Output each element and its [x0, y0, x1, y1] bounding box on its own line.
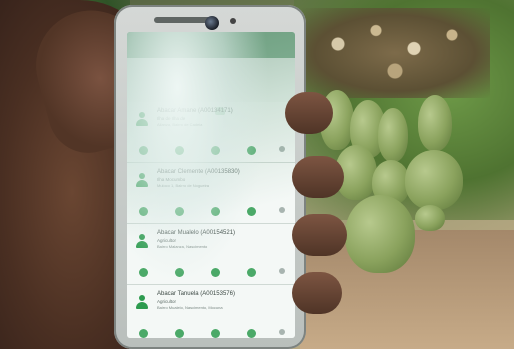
- phone-icon[interactable]: [279, 329, 285, 335]
- contact-detail: Agricultor: [157, 238, 177, 243]
- edit-icon[interactable]: [139, 329, 148, 338]
- smartphone: Abacar Amane (A00134171) Ilha de Ilha de…: [114, 5, 306, 349]
- map-icon[interactable]: [211, 207, 220, 216]
- contact-detail: Ilha Mocumbo: [157, 177, 186, 182]
- info-icon[interactable]: [175, 268, 184, 277]
- map-icon[interactable]: [211, 268, 220, 277]
- front-camera-icon: [205, 16, 219, 30]
- person-icon: [135, 234, 149, 248]
- finger: [292, 156, 344, 198]
- action-row: [133, 268, 289, 280]
- map-icon[interactable]: [211, 329, 220, 338]
- cashew-fruit: [378, 108, 408, 162]
- list-item[interactable]: Abacar Amane (A00134171) Ilha de Ilha de…: [127, 102, 295, 163]
- finger: [285, 92, 333, 134]
- phone-icon[interactable]: [279, 268, 285, 274]
- contact-detail: Agricultor: [157, 299, 177, 304]
- contact-name: Abacar Amane (A00134171): [157, 108, 233, 114]
- app-bar: [127, 32, 295, 58]
- edit-icon[interactable]: [139, 268, 148, 277]
- info-icon[interactable]: [175, 146, 184, 155]
- phone-icon[interactable]: [279, 207, 285, 213]
- photo-scene: Abacar Amane (A00134171) Ilha de Ilha de…: [0, 0, 514, 349]
- contact-address: Bairro Mualelo, Nascimento, Mocuna: [157, 305, 223, 310]
- contact-address: Muloco 1, Bairro de Nogueira: [157, 183, 210, 188]
- phone-screen: Abacar Amane (A00134171) Ilha de Ilha de…: [127, 32, 295, 338]
- cashew-flower-cluster: [300, 8, 490, 98]
- list-item[interactable]: Abacar Clemente (A00135830) Ilha Mocumbo…: [127, 163, 295, 224]
- cashew-fruit: [345, 195, 415, 273]
- cashew-fruit: [418, 95, 452, 151]
- list-item[interactable]: Abacar Mualelo (A00154521) Agricultor Ba…: [127, 224, 295, 285]
- edit-icon[interactable]: [139, 146, 148, 155]
- contact-name: Abacar Tanuela (A00153576): [157, 291, 235, 297]
- contact-list: Abacar Amane (A00134171) Ilha de Ilha de…: [127, 102, 295, 338]
- action-row: [133, 329, 289, 338]
- contact-address: Bairro Malanza, Nascimento: [157, 244, 208, 249]
- cashew-fruit: [415, 205, 445, 231]
- info-icon[interactable]: [175, 207, 184, 216]
- group-icon[interactable]: [247, 329, 256, 338]
- edit-icon[interactable]: [139, 207, 148, 216]
- list-item[interactable]: Abacar Tanuela (A00153576) Agricultor Ba…: [127, 285, 295, 338]
- phone-sensor: [230, 18, 236, 24]
- map-icon[interactable]: [211, 146, 220, 155]
- cashew-fruit: [405, 150, 463, 210]
- contact-detail: Ilha de Ilha de: [157, 116, 186, 121]
- phone-icon[interactable]: [279, 146, 285, 152]
- finger: [292, 272, 342, 314]
- action-row: [133, 207, 289, 219]
- person-icon: [135, 295, 149, 309]
- contact-name: Abacar Clemente (A00135830): [157, 169, 240, 175]
- group-icon[interactable]: [247, 207, 256, 216]
- action-row: [133, 146, 289, 158]
- contact-address: Alianza, Bairro de Cadeia: [157, 122, 203, 127]
- contact-name: Abacar Mualelo (A00154521): [157, 230, 236, 236]
- group-icon[interactable]: [247, 146, 256, 155]
- person-icon: [135, 173, 149, 187]
- group-icon[interactable]: [247, 268, 256, 277]
- info-icon[interactable]: [175, 329, 184, 338]
- finger: [292, 214, 347, 256]
- person-icon: [135, 112, 149, 126]
